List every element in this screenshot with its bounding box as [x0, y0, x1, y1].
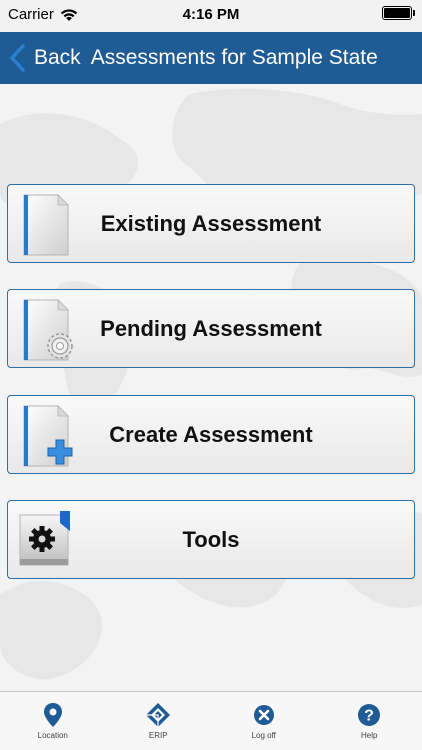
page-title: Assessments for Sample State: [90, 46, 378, 69]
status-time: 4:16 PM: [182, 6, 240, 23]
battery-fill: [384, 8, 410, 18]
help-question-icon: ?: [358, 704, 381, 726]
battery-icon: [382, 6, 415, 20]
tab-logoff-label: Log off: [251, 731, 276, 740]
main-content: Existing Assessment Pending Assessment C…: [0, 84, 422, 691]
logoff-x-icon: [253, 705, 274, 725]
create-assessment-button[interactable]: Create Assessment: [7, 395, 415, 474]
chevron-left-icon: [10, 44, 25, 72]
tab-erip[interactable]: ERIP: [106, 692, 212, 750]
status-right: [382, 6, 415, 20]
existing-assessment-button[interactable]: Existing Assessment: [7, 184, 415, 263]
back-label: Back: [34, 46, 81, 69]
erip-logo-icon: [146, 703, 171, 727]
tab-location[interactable]: Location: [0, 692, 106, 750]
tools-button[interactable]: Tools: [7, 500, 415, 579]
pending-assessment-label: Pending Assessment: [100, 315, 322, 341]
tab-logoff[interactable]: Log off: [211, 692, 317, 750]
nav-bar: Back Assessments for Sample State: [0, 32, 422, 84]
location-pin-icon: [43, 703, 62, 727]
tab-erip-label: ERIP: [148, 731, 168, 740]
world-map-background: [0, 88, 422, 680]
back-button[interactable]: Back: [0, 43, 81, 73]
status-bar: Carrier 4:16 PM: [0, 0, 422, 32]
pending-assessment-button[interactable]: Pending Assessment: [7, 289, 415, 368]
existing-assessment-label: Existing Assessment: [100, 210, 322, 236]
tab-location-label: Location: [37, 731, 68, 740]
create-assessment-label: Create Assessment: [109, 421, 313, 447]
tab-help-label: Help: [361, 731, 378, 740]
tab-bar: Location ERIP Log off ? Help: [0, 691, 422, 750]
svg-text:?: ?: [364, 708, 374, 725]
tools-label: Tools: [182, 526, 240, 552]
tab-help[interactable]: ? Help: [317, 692, 422, 750]
